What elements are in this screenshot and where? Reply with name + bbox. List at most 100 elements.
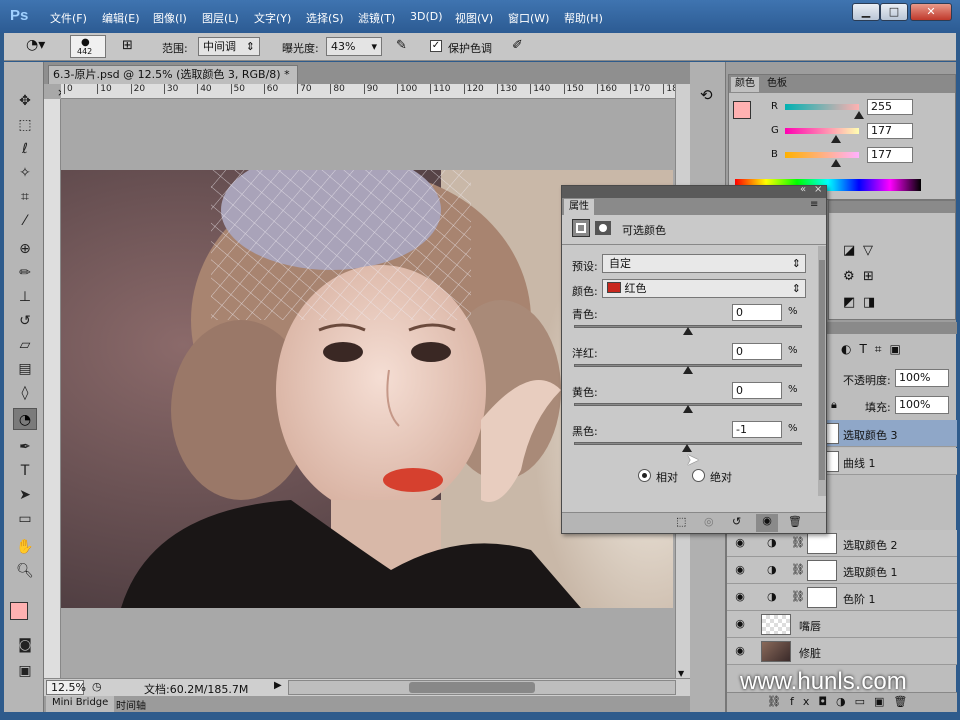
crop-tool-icon[interactable]: ⌗ bbox=[13, 186, 37, 208]
opacity-input[interactable]: 100% bbox=[895, 369, 949, 387]
black-value[interactable]: -1 bbox=[732, 421, 782, 438]
layer-thumbnail[interactable] bbox=[761, 614, 791, 635]
menu-file[interactable]: 文件(F) bbox=[50, 10, 87, 26]
preset-select[interactable]: 自定 ⇕ bbox=[602, 254, 806, 273]
cyan-value[interactable]: 0 bbox=[732, 304, 782, 321]
channel-g-thumb[interactable] bbox=[831, 135, 842, 143]
gradient-map-icon[interactable]: ◨ bbox=[863, 295, 875, 310]
layer-row[interactable]: ◉ ◑ ⛓ 色阶 1 bbox=[727, 584, 957, 611]
clone-stamp-tool-icon[interactable]: ⊥ bbox=[13, 286, 37, 308]
visibility-eye-icon[interactable]: ◉ bbox=[731, 617, 749, 630]
menu-select[interactable]: 选择(S) bbox=[306, 10, 344, 26]
lasso-tool-icon[interactable]: ℓ bbox=[13, 138, 37, 160]
menu-image[interactable]: 图像(I) bbox=[153, 10, 187, 26]
menu-help[interactable]: 帮助(H) bbox=[564, 10, 603, 26]
quick-mask-icon[interactable]: ◙ bbox=[13, 634, 37, 656]
brush-picker[interactable]: ● 442 bbox=[70, 35, 106, 58]
layer-row[interactable]: ◉ 修脏 bbox=[727, 638, 957, 665]
document-tab[interactable]: 6.3-原片.psd @ 12.5% (选取颜色 3, RGB/8) * × bbox=[48, 65, 298, 99]
tab-swatches[interactable]: 色板 bbox=[763, 77, 791, 92]
channel-r-thumb[interactable] bbox=[854, 111, 864, 119]
brush-tool-icon[interactable]: ✏ bbox=[13, 262, 37, 284]
threshold-adjust-icon[interactable]: ◩ bbox=[843, 295, 855, 310]
quick-select-tool-icon[interactable]: ✧ bbox=[13, 162, 37, 184]
foreground-color-swatch[interactable] bbox=[10, 602, 28, 620]
brush-panel-icon[interactable]: ⊞ bbox=[122, 38, 133, 53]
minimize-button[interactable]: ▁ bbox=[852, 3, 880, 21]
magenta-slider-thumb[interactable] bbox=[683, 366, 693, 374]
menu-filter[interactable]: 滤镜(T) bbox=[358, 10, 395, 26]
layer-mask-thumbnail[interactable] bbox=[807, 587, 837, 608]
move-tool-icon[interactable]: ✥ bbox=[13, 90, 37, 112]
horizontal-scroll-thumb[interactable] bbox=[409, 682, 535, 693]
eyedropper-tool-icon[interactable]: ⁄ bbox=[13, 210, 37, 232]
mask-icon[interactable] bbox=[595, 221, 611, 235]
fill-input[interactable]: 100% bbox=[895, 396, 949, 414]
tab-properties[interactable]: 属性 bbox=[564, 199, 594, 215]
panel-menu-icon[interactable]: ≡ bbox=[810, 199, 818, 210]
properties-titlebar[interactable]: « × bbox=[562, 184, 826, 198]
layer-mask-thumbnail[interactable] bbox=[807, 533, 837, 554]
maximize-button[interactable]: □ bbox=[880, 3, 908, 21]
colors-select[interactable]: 红色 ⇕ bbox=[602, 279, 806, 298]
mixer-adjust-icon[interactable]: ⚙ bbox=[843, 269, 855, 284]
magenta-value[interactable]: 0 bbox=[732, 343, 782, 360]
channel-r-slider[interactable] bbox=[785, 104, 859, 110]
type-tool-icon[interactable]: T bbox=[13, 460, 37, 482]
gradient-tool-icon[interactable]: ▤ bbox=[13, 358, 37, 380]
menu-view[interactable]: 视图(V) bbox=[455, 10, 493, 26]
view-previous-icon[interactable]: ◎ bbox=[704, 515, 714, 528]
relative-radio[interactable] bbox=[638, 469, 651, 482]
panel-collapse-icon[interactable]: « bbox=[800, 184, 806, 195]
airbrush-icon[interactable]: ✎ bbox=[396, 38, 407, 53]
eraser-tool-icon[interactable]: ▱ bbox=[13, 334, 37, 356]
history-panel-icon[interactable]: ⟲ bbox=[700, 86, 713, 104]
panel-close-icon[interactable]: × bbox=[814, 184, 822, 195]
zoom-field[interactable]: 12.5% bbox=[46, 680, 86, 695]
path-select-tool-icon[interactable]: ➤ bbox=[13, 484, 37, 506]
layer-row[interactable]: ◉ 嘴唇 bbox=[727, 611, 957, 638]
lookup-adjust-icon[interactable]: ⊞ bbox=[863, 269, 874, 284]
channel-r-value[interactable]: 255 bbox=[867, 99, 913, 115]
toggle-visibility-icon[interactable]: ◉ bbox=[756, 514, 778, 532]
clip-to-layer-icon[interactable]: ⬚ bbox=[676, 515, 686, 528]
visibility-eye-icon[interactable]: ◉ bbox=[731, 644, 749, 657]
menu-edit[interactable]: 编辑(E) bbox=[102, 10, 140, 26]
layer-thumbnail[interactable] bbox=[761, 641, 791, 662]
channel-g-value[interactable]: 177 bbox=[867, 123, 913, 139]
close-button[interactable]: ✕ bbox=[910, 3, 952, 21]
yellow-value[interactable]: 0 bbox=[732, 382, 782, 399]
menu-layer[interactable]: 图层(L) bbox=[202, 10, 239, 26]
tab-mini-bridge[interactable]: Mini Bridge bbox=[46, 696, 115, 712]
hand-tool-icon[interactable]: ✋ bbox=[13, 536, 37, 558]
scroll-down-icon[interactable]: ▼ bbox=[678, 669, 684, 678]
history-brush-tool-icon[interactable]: ↺ bbox=[13, 310, 37, 332]
pen-tool-icon[interactable]: ✒ bbox=[13, 436, 37, 458]
absolute-radio[interactable] bbox=[692, 469, 705, 482]
properties-scroll-thumb[interactable] bbox=[819, 260, 825, 480]
yellow-slider-thumb[interactable] bbox=[683, 405, 693, 413]
dodge-tool-preset-icon[interactable]: ◔▾ bbox=[26, 37, 45, 53]
visibility-eye-icon[interactable]: ◉ bbox=[731, 563, 749, 576]
protect-tones-checkbox[interactable]: ✓ bbox=[430, 40, 442, 52]
exposure-adjust-icon[interactable]: ◪ bbox=[843, 243, 855, 258]
screen-mode-icon[interactable]: ▣ bbox=[13, 660, 37, 682]
channel-g-slider[interactable] bbox=[785, 128, 859, 134]
zoom-tool-icon[interactable]: 🔍︎ bbox=[13, 560, 37, 582]
visibility-eye-icon[interactable]: ◉ bbox=[731, 590, 749, 603]
layer-mask-thumbnail[interactable] bbox=[807, 560, 837, 581]
gradient-adjust-icon[interactable]: ▽ bbox=[863, 243, 873, 258]
dodge-tool-icon[interactable]: ◔ bbox=[13, 408, 37, 430]
status-arrow-icon[interactable]: ▶ bbox=[274, 680, 282, 691]
properties-scrollbar[interactable] bbox=[818, 246, 826, 496]
range-select[interactable]: 中间调 ⇕ bbox=[198, 37, 260, 56]
delete-icon[interactable]: 🗑︎ bbox=[788, 515, 802, 528]
visibility-eye-icon[interactable]: ◉ bbox=[731, 536, 749, 549]
horizontal-scrollbar[interactable] bbox=[288, 680, 676, 695]
lock-icon[interactable]: 🔒︎ bbox=[831, 398, 837, 412]
healing-brush-tool-icon[interactable]: ⊕ bbox=[13, 238, 37, 260]
menu-window[interactable]: 窗口(W) bbox=[508, 10, 549, 26]
channel-b-slider[interactable] bbox=[785, 152, 859, 158]
cyan-slider-thumb[interactable] bbox=[683, 327, 693, 335]
tab-color[interactable]: 颜色 bbox=[731, 77, 759, 92]
